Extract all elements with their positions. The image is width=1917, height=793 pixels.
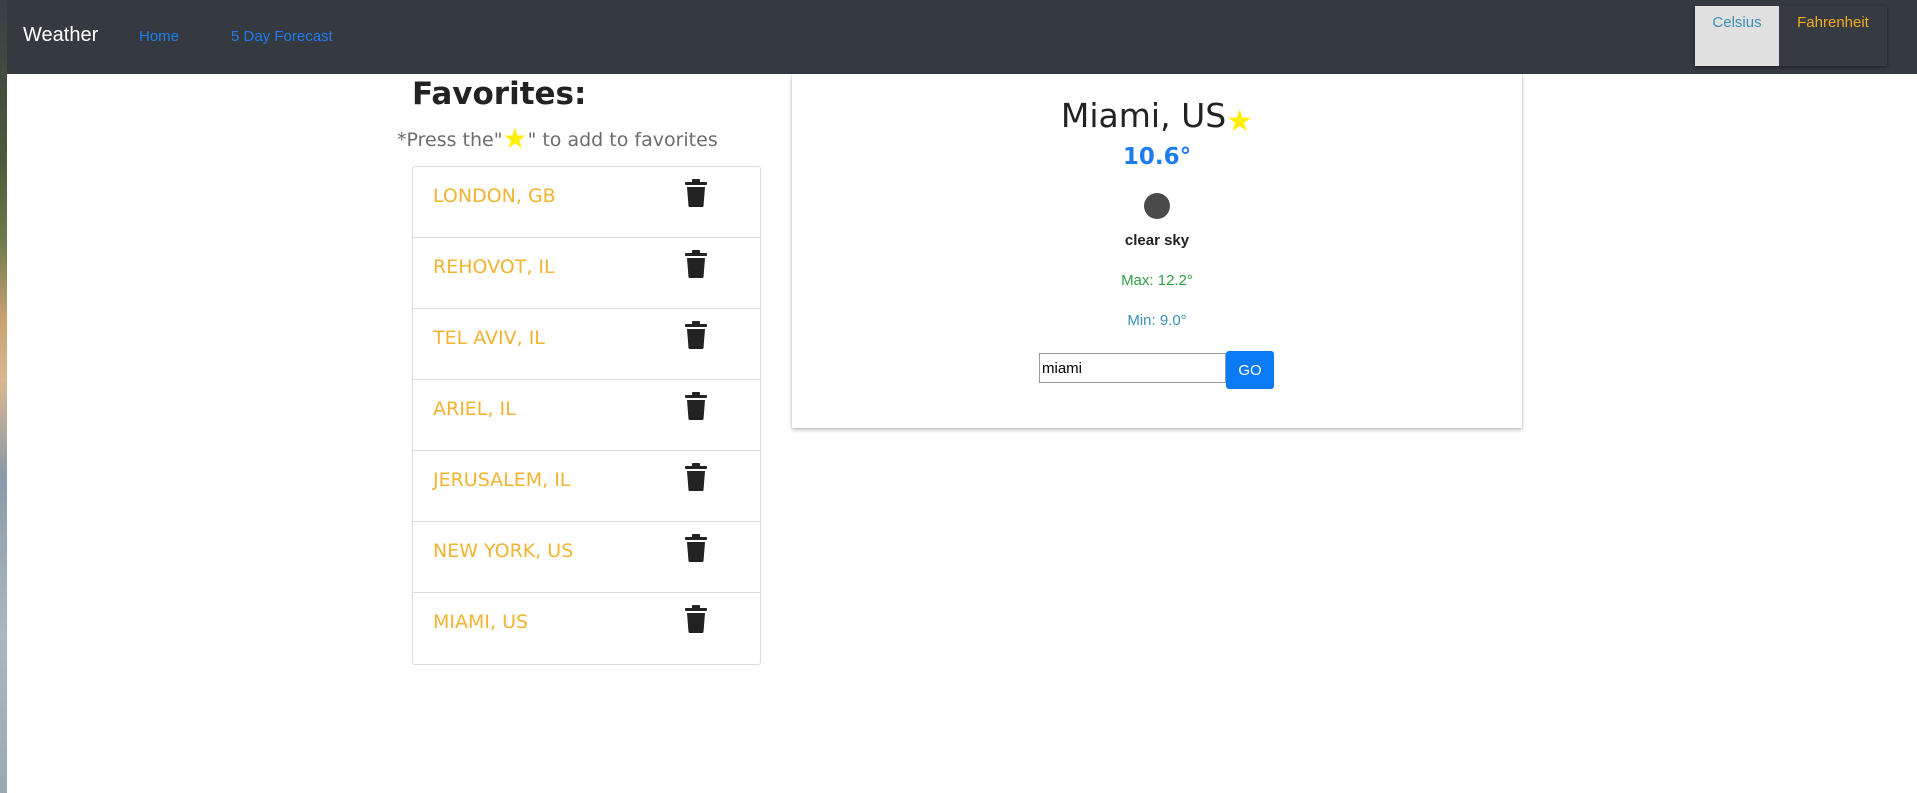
city-title: Miami, US★ bbox=[792, 96, 1522, 139]
trash-icon[interactable] bbox=[685, 534, 707, 562]
trash-icon[interactable] bbox=[685, 321, 707, 349]
min-temperature: Min: 9.0° bbox=[1127, 312, 1187, 329]
current-weather-card: Miami, US★ 10.6° clear sky Max: 12.2° Mi… bbox=[792, 74, 1522, 428]
unit-toggle: Celsius Fahrenheit bbox=[1695, 6, 1887, 66]
favorite-item: REHOVOT, IL bbox=[413, 238, 760, 309]
favorite-city-link[interactable]: MIAMI, US bbox=[433, 611, 528, 633]
weather-condition-icon bbox=[1144, 193, 1170, 219]
top-navbar: Weather Home 5 Day Forecast bbox=[7, 0, 1917, 74]
city-search-input[interactable] bbox=[1039, 353, 1226, 383]
favorite-item: ARIEL, IL bbox=[413, 380, 760, 451]
trash-icon[interactable] bbox=[685, 463, 707, 491]
background-image-edge bbox=[0, 0, 7, 793]
favorite-star-icon[interactable]: ★ bbox=[1226, 104, 1253, 139]
go-button[interactable]: GO bbox=[1226, 351, 1274, 389]
favorite-city-link[interactable]: NEW YORK, US bbox=[433, 540, 573, 562]
favorite-item: TEL AVIV, IL bbox=[413, 309, 760, 380]
favorite-item: NEW YORK, US bbox=[413, 522, 760, 593]
favorite-city-link[interactable]: ARIEL, IL bbox=[433, 398, 516, 420]
trash-icon[interactable] bbox=[685, 605, 707, 633]
favorites-list: LONDON, GB REHOVOT, IL TEL AVIV, IL ARIE… bbox=[412, 166, 761, 665]
celsius-toggle-button[interactable]: Celsius bbox=[1695, 6, 1779, 66]
favorites-hint: *Press the"★" to add to favorites bbox=[397, 122, 718, 155]
favorites-hint-suffix: " to add to favorites bbox=[527, 129, 718, 151]
brand-title[interactable]: Weather bbox=[23, 24, 98, 47]
city-name: Miami, US bbox=[1060, 96, 1227, 135]
current-temperature: 10.6° bbox=[1122, 144, 1192, 170]
favorites-title: Favorites: bbox=[412, 76, 587, 112]
favorite-city-link[interactable]: TEL AVIV, IL bbox=[433, 327, 545, 349]
nav-link-home[interactable]: Home bbox=[139, 28, 179, 45]
favorite-city-link[interactable]: REHOVOT, IL bbox=[433, 256, 555, 278]
star-icon: ★ bbox=[502, 122, 528, 155]
favorite-city-link[interactable]: LONDON, GB bbox=[433, 185, 556, 207]
trash-icon[interactable] bbox=[685, 179, 707, 207]
trash-icon[interactable] bbox=[685, 392, 707, 420]
favorite-item: LONDON, GB bbox=[413, 167, 760, 238]
favorite-city-link[interactable]: JERUSALEM, IL bbox=[433, 469, 570, 491]
favorite-item: MIAMI, US bbox=[413, 593, 760, 664]
weather-description: clear sky bbox=[1124, 232, 1190, 249]
favorite-item: JERUSALEM, IL bbox=[413, 451, 760, 522]
favorites-hint-prefix: *Press the" bbox=[397, 129, 503, 151]
trash-icon[interactable] bbox=[685, 250, 707, 278]
fahrenheit-toggle-button[interactable]: Fahrenheit bbox=[1779, 6, 1887, 66]
max-temperature: Max: 12.2° bbox=[1121, 272, 1193, 289]
nav-link-5-day-forecast[interactable]: 5 Day Forecast bbox=[231, 28, 333, 45]
